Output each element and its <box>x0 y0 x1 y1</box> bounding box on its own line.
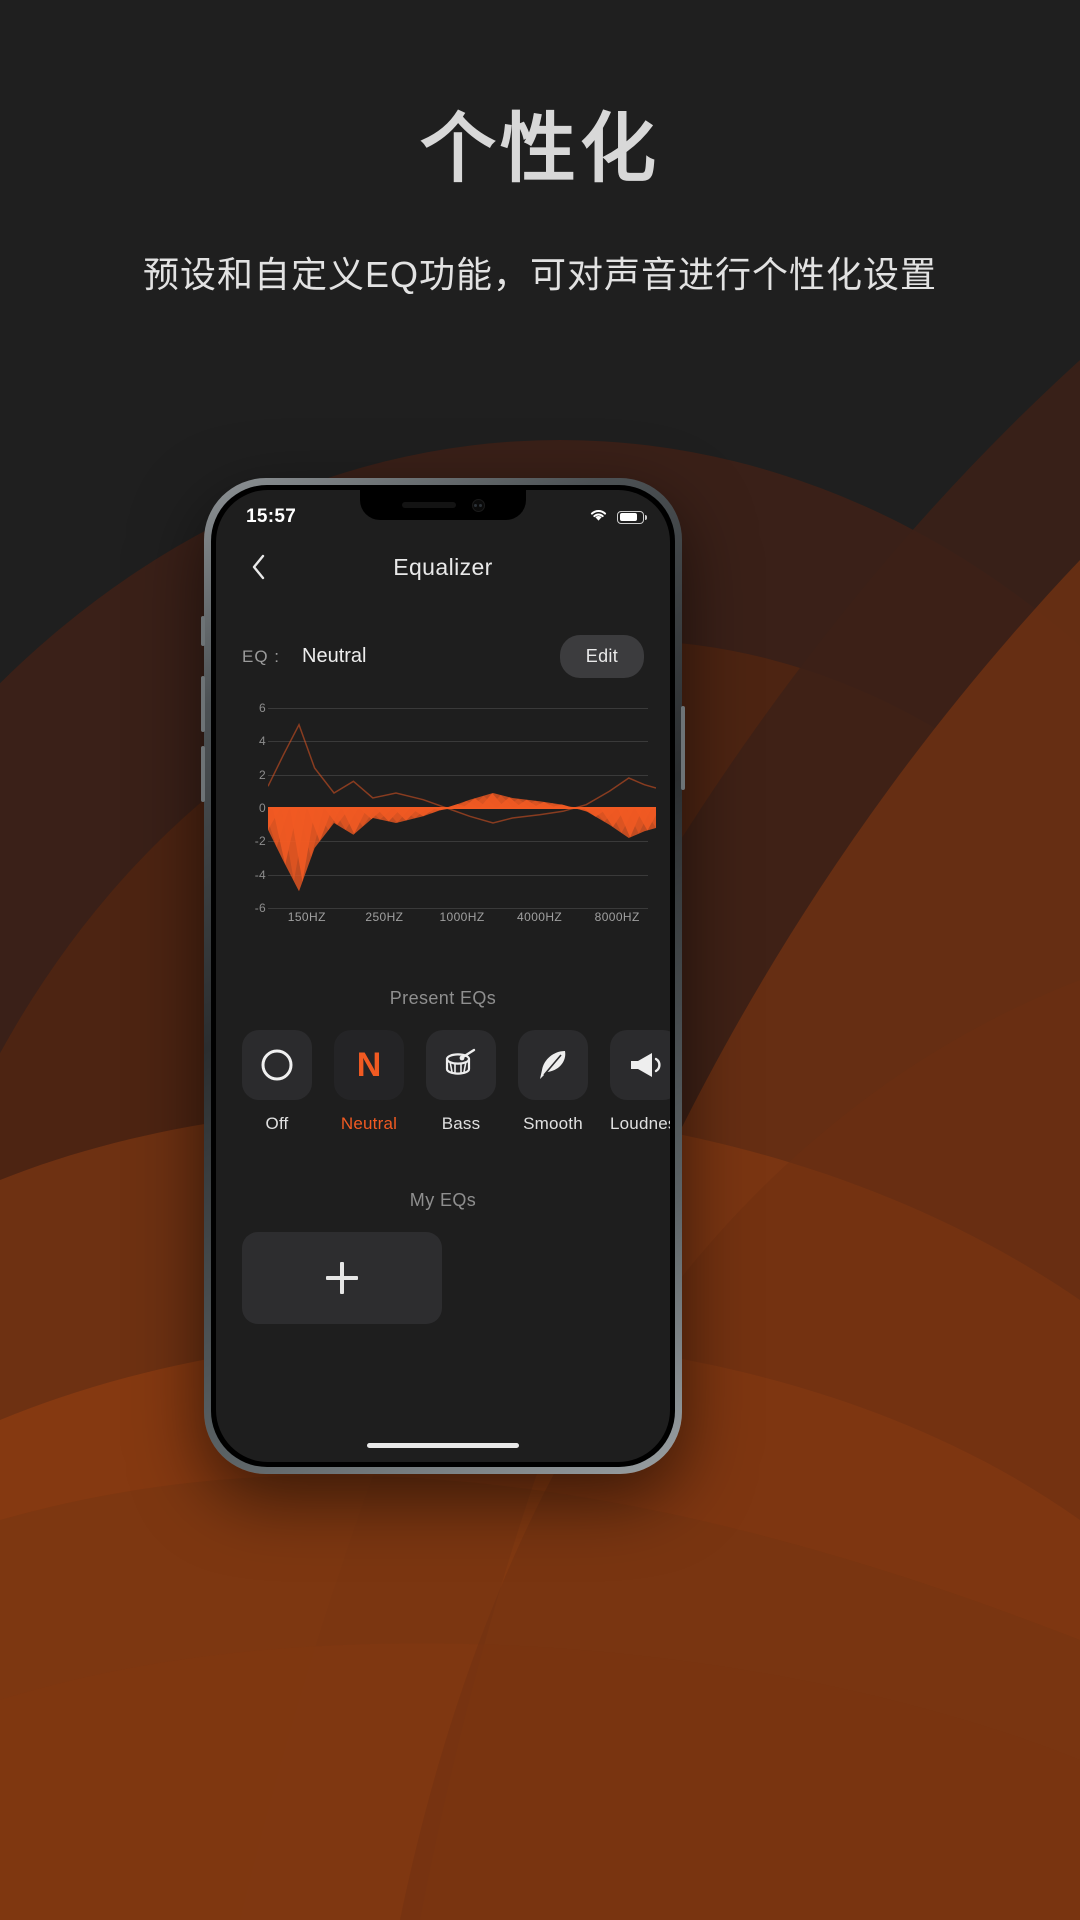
my-eqs-title: My EQs <box>409 1190 477 1210</box>
back-button[interactable] <box>238 547 278 587</box>
chart-x-tick: 150HZ <box>287 910 326 924</box>
circle-outline-icon <box>242 1030 312 1100</box>
eq-preset-row: EQ : Neutral Edit <box>216 635 670 678</box>
chart-x-axis: 150HZ 250HZ 1000HZ 4000HZ 8000HZ <box>268 910 648 936</box>
phone-screen: 15:57 Equalizer EQ: Neutral Edit 6 4 2 … <box>216 490 670 1462</box>
add-custom-eq-button[interactable] <box>242 1232 442 1324</box>
preset-eq-smooth[interactable]: Smooth <box>518 1030 588 1134</box>
plus-icon <box>326 1262 358 1294</box>
navigation-bar: Equalizer <box>216 536 670 598</box>
chart-y-tick: 2 <box>259 767 266 782</box>
preset-eq-label: Off <box>265 1114 289 1133</box>
edit-button[interactable]: Edit <box>559 635 644 678</box>
phone-mockup: 15:57 Equalizer EQ: Neutral Edit 6 4 2 … <box>201 478 685 1474</box>
screen-title: Equalizer <box>393 553 493 580</box>
chart-y-tick: -6 <box>254 901 266 915</box>
chart-y-tick: 6 <box>259 701 266 715</box>
preset-eq-list: Off N Neutral Bass Smooth Loudness <box>216 1030 670 1134</box>
chart-x-tick: 4000HZ <box>517 910 563 924</box>
chart-y-tick: -4 <box>254 867 266 882</box>
present-eqs-title: Present EQs <box>389 988 497 1008</box>
preset-eq-label: Neutral <box>340 1114 398 1133</box>
feather-icon <box>518 1030 588 1100</box>
chart-x-tick: 1000HZ <box>439 910 485 924</box>
promo-text-block: 个性化 预设和自定义EQ功能，可对声音进行个性化设置 <box>0 0 1080 303</box>
preset-eq-bass[interactable]: Bass <box>426 1030 496 1134</box>
eq-chart: 6 4 2 0 -2 -4 -6 150HZ 250HZ 1000HZ 4000HZ 8000HZ <box>216 701 670 938</box>
preset-eq-label: Bass <box>441 1114 481 1133</box>
phone-notch <box>360 490 526 520</box>
phone-volume-down-button <box>201 746 205 802</box>
preset-eq-label: Smooth <box>523 1114 583 1133</box>
front-camera-icon <box>471 498 485 512</box>
letter-n-glyph: N <box>356 1046 382 1084</box>
preset-eq-neutral[interactable]: N Neutral <box>334 1030 404 1134</box>
chart-y-tick: 0 <box>259 801 266 815</box>
chart-x-tick: 250HZ <box>365 910 404 924</box>
chart-y-axis: 6 4 2 0 -2 -4 -6 <box>234 701 268 915</box>
chart-plot-area[interactable] <box>268 708 656 909</box>
letter-n-icon: N <box>334 1030 404 1100</box>
page-title: 个性化 <box>420 107 660 192</box>
chevron-left-icon <box>252 554 264 580</box>
page-subtitle: 预设和自定义EQ功能，可对声音进行个性化设置 <box>142 253 937 295</box>
phone-volume-up-button <box>201 676 205 732</box>
earpiece-speaker-icon <box>401 502 456 508</box>
megaphone-icon <box>610 1030 670 1100</box>
home-indicator[interactable] <box>367 1443 519 1448</box>
phone-mute-switch <box>201 616 205 646</box>
chart-x-tick: 8000HZ <box>594 910 640 924</box>
status-time: 15:57 <box>246 506 297 527</box>
chart-y-tick: -2 <box>254 834 266 849</box>
wifi-icon <box>588 507 609 527</box>
drum-icon <box>426 1030 496 1100</box>
phone-power-button <box>681 706 685 790</box>
preset-eq-label: Loudness <box>610 1114 670 1133</box>
chart-gridline <box>268 908 648 909</box>
eq-response-curve <box>268 722 656 892</box>
preset-eq-loudness[interactable]: Loudness <box>610 1030 670 1134</box>
preset-eq-off[interactable]: Off <box>242 1030 312 1134</box>
eq-label: EQ : <box>242 646 281 666</box>
battery-icon <box>617 510 647 524</box>
chart-y-tick: 4 <box>259 734 266 749</box>
eq-current-value: Neutral <box>302 645 367 667</box>
